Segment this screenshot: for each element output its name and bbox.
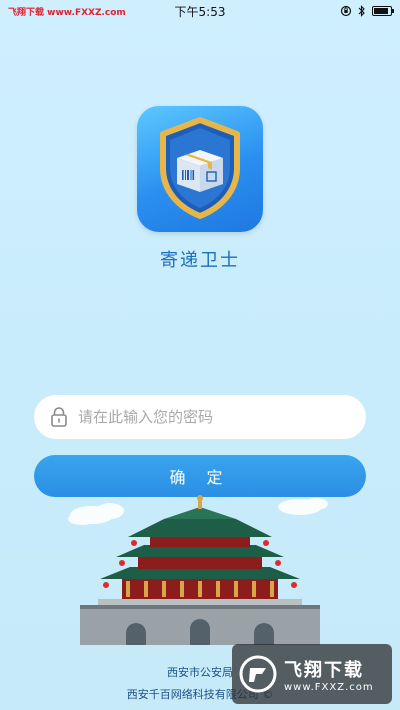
watermark-overlay: 飞翔下载 www.FXXZ.com — [232, 644, 392, 704]
app-name: 寄递卫士 — [160, 250, 240, 271]
password-field[interactable] — [34, 395, 366, 439]
status-bar: 飞翔下载 www.FXXZ.com 下午5:53 — [0, 0, 400, 22]
lock-icon — [51, 407, 67, 427]
watermark-url: www.FXXZ.com — [47, 7, 126, 18]
watermark-top-left: 飞翔下载 www.FXXZ.com — [8, 5, 126, 18]
bluetooth-icon — [358, 5, 365, 17]
watermark-title: 飞翔下载 — [284, 659, 364, 681]
watermark-url-bottom: www.FXXZ.com — [284, 681, 374, 693]
confirm-button[interactable]: 确 定 — [34, 455, 366, 497]
shield-package-icon — [160, 117, 240, 219]
battery-icon — [372, 6, 394, 16]
battery-fill — [374, 8, 388, 14]
status-icons — [340, 5, 394, 17]
watermark-brand: 飞翔下载 — [8, 7, 45, 18]
orientation-lock-icon — [340, 5, 352, 17]
bell-tower-illustration — [68, 495, 328, 645]
watermark-logo-icon — [239, 655, 277, 693]
app-icon — [137, 106, 263, 232]
password-input[interactable] — [78, 408, 366, 426]
